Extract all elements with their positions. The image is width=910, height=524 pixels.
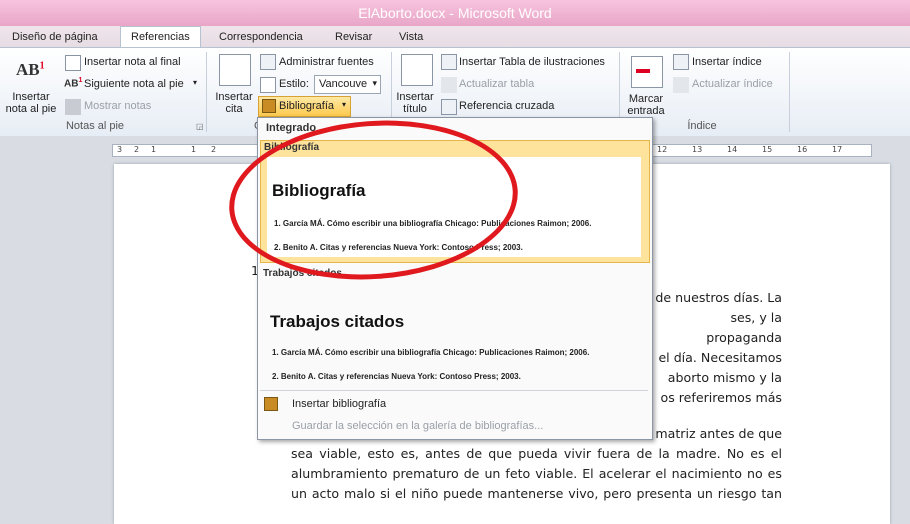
next-footnote-icon: AB1 bbox=[64, 77, 83, 90]
update-index-button[interactable]: Actualizar índice bbox=[692, 78, 773, 90]
endnote-icon bbox=[65, 55, 81, 71]
doc-line: sea viable, esto es, antes de que pueda … bbox=[291, 446, 782, 461]
insert-endnote-button[interactable]: Insertar nota al final bbox=[84, 56, 181, 68]
doc-line: aborto mismo y la bbox=[667, 370, 782, 385]
insert-citation-icon bbox=[219, 54, 251, 86]
group-separator bbox=[206, 52, 207, 132]
style-icon bbox=[260, 77, 276, 93]
ruler-number: 1 bbox=[191, 145, 197, 154]
doc-line: de nuestros días. La bbox=[655, 290, 782, 305]
save-selection-menu-item[interactable]: Guardar la selección en la galería de bi… bbox=[260, 416, 650, 436]
tab-review[interactable]: Revisar bbox=[335, 31, 372, 43]
mark-entry-label: Marcar entrada bbox=[627, 93, 665, 117]
bibliography-label: Bibliografía bbox=[279, 100, 335, 112]
title-bar: ElAborto.docx - Microsoft Word bbox=[0, 0, 910, 26]
ribbon-tabs: Diseño de página Referencias Corresponde… bbox=[0, 26, 910, 48]
insert-footnote-label: Insertar nota al pie bbox=[5, 91, 57, 115]
footnote-icon: AB1 bbox=[16, 60, 45, 79]
style-label: Estilo: bbox=[279, 78, 309, 90]
mark-entry-button[interactable]: Marcar entrada bbox=[624, 54, 668, 118]
doc-partial-lines: de nuestros días. La ses, y la propagand… bbox=[652, 288, 782, 408]
bibliography-dropdown-icon: ▾ bbox=[341, 100, 346, 109]
doc-line: un acto malo si el niño puede mantenerse… bbox=[291, 486, 782, 501]
cross-reference-icon bbox=[441, 99, 457, 115]
next-footnote-dropdown-icon[interactable]: ▾ bbox=[193, 78, 197, 87]
tab-page-layout[interactable]: Diseño de página bbox=[12, 31, 98, 43]
doc-line: matriz antes de que bbox=[655, 426, 782, 441]
style-select[interactable]: Vancouve ▾ bbox=[314, 75, 381, 94]
doc-line: ses, y la propaganda bbox=[706, 310, 782, 345]
ruler-number: 14 bbox=[727, 145, 738, 154]
mark-entry-icon bbox=[631, 56, 663, 88]
group-label-footnotes: Notas al pie bbox=[65, 120, 125, 132]
preview-entry: 1. García MÁ. Cómo escribir una bibliogr… bbox=[272, 348, 590, 357]
insert-index-button[interactable]: Insertar índice bbox=[692, 56, 762, 68]
insert-footnote-button[interactable]: AB1 Insertar nota al pie bbox=[2, 56, 60, 118]
ruler-number: 15 bbox=[762, 145, 773, 154]
ruler-number: 13 bbox=[692, 145, 703, 154]
ruler-number: 1 bbox=[151, 145, 157, 154]
menu-divider bbox=[260, 390, 648, 391]
insert-citation-button[interactable]: Insertar cita bbox=[211, 54, 257, 118]
preview-title: Trabajos citados bbox=[270, 312, 405, 331]
insert-table-of-figures-button[interactable]: Insertar Tabla de ilustraciones bbox=[459, 56, 605, 68]
group-label-index: Índice bbox=[687, 120, 717, 132]
doc-line: el día. Necesitamos bbox=[658, 350, 782, 365]
ruler-number: 2 bbox=[211, 145, 217, 154]
update-index-icon bbox=[673, 77, 689, 93]
insert-caption-label: Insertar título bbox=[396, 91, 434, 115]
window-title: ElAborto.docx - Microsoft Word bbox=[358, 5, 552, 21]
tab-mailings[interactable]: Correspondencia bbox=[219, 31, 303, 43]
update-table-icon bbox=[441, 77, 457, 93]
show-notes-button[interactable]: Mostrar notas bbox=[84, 100, 151, 112]
footnotes-launcher-icon[interactable]: ◲ bbox=[196, 122, 204, 131]
group-separator bbox=[789, 52, 790, 132]
insert-index-icon bbox=[673, 54, 689, 70]
works-cited-gallery-item[interactable]: Trabajos citados Trabajos citados 1. Gar… bbox=[260, 266, 650, 390]
ruler-number: 17 bbox=[832, 145, 843, 154]
manage-sources-button[interactable]: Administrar fuentes bbox=[279, 56, 374, 68]
ruler-number: 3 bbox=[117, 145, 123, 154]
ruler-number: 2 bbox=[134, 145, 140, 154]
show-notes-icon bbox=[65, 99, 81, 115]
preview-entry: 2. Benito A. Citas y referencias Nueva Y… bbox=[272, 372, 521, 381]
doc-line: alumbramiento prematuro de un feto viabl… bbox=[291, 466, 782, 481]
insert-citation-label: Insertar cita bbox=[215, 91, 253, 115]
chevron-down-icon: ▾ bbox=[372, 78, 377, 88]
ruler-number: 12 bbox=[657, 145, 668, 154]
insert-caption-button[interactable]: Insertar título bbox=[394, 54, 436, 118]
doc-line: os referiremos más bbox=[660, 390, 782, 405]
save-selection-label: Guardar la selección en la galería de bi… bbox=[292, 420, 544, 432]
cross-reference-button[interactable]: Referencia cruzada bbox=[459, 100, 554, 112]
tab-view[interactable]: Vista bbox=[399, 31, 423, 43]
insert-bibliography-menu-item[interactable]: Insertar bibliografía bbox=[260, 394, 650, 414]
bibliography-icon bbox=[262, 99, 276, 113]
insert-bibliography-label: Insertar bibliografía bbox=[292, 398, 387, 410]
table-of-figures-icon bbox=[441, 54, 457, 70]
update-table-button[interactable]: Actualizar tabla bbox=[459, 78, 534, 90]
next-footnote-button[interactable]: Siguiente nota al pie bbox=[84, 78, 184, 90]
doc-paragraph: sea viable, esto es, antes de que pueda … bbox=[291, 444, 782, 504]
manage-sources-icon bbox=[260, 54, 276, 70]
insert-bibliography-icon bbox=[264, 397, 278, 411]
style-select-value: Vancouve bbox=[319, 78, 368, 90]
bibliography-button[interactable]: Bibliografía ▾ bbox=[258, 96, 351, 117]
tab-references[interactable]: Referencias bbox=[120, 26, 201, 48]
insert-caption-icon bbox=[401, 54, 433, 86]
ruler-number: 16 bbox=[797, 145, 808, 154]
